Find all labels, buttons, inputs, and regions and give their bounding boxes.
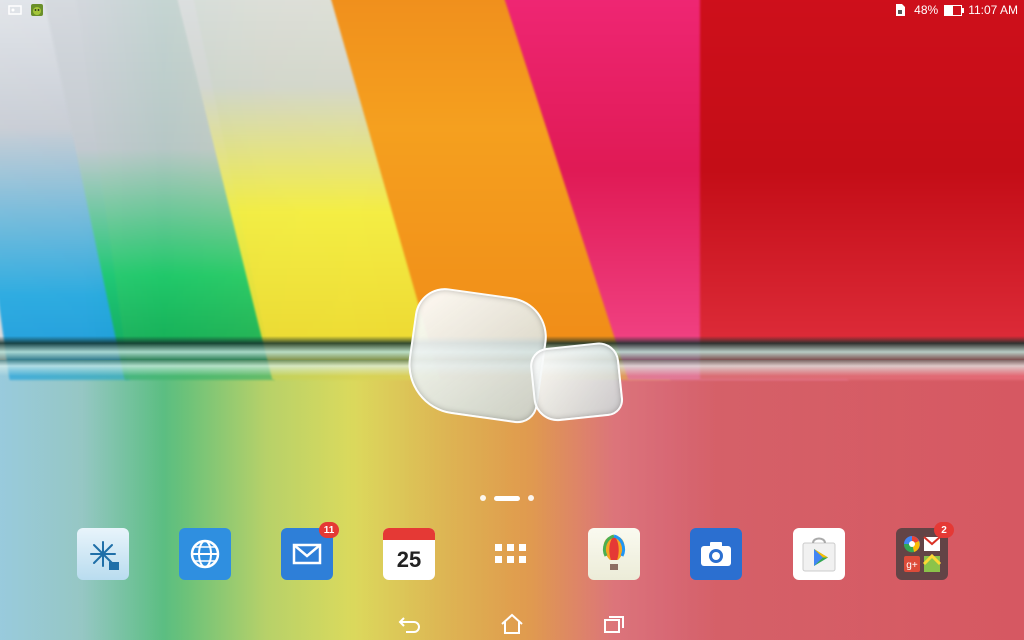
photo-icon — [8, 3, 22, 17]
calendar-date: 25 — [396, 547, 422, 572]
play-store-app-icon[interactable] — [793, 528, 845, 580]
battery-fill — [945, 5, 953, 15]
sim-card-icon — [894, 3, 908, 17]
camera-app-icon[interactable] — [690, 528, 742, 580]
recents-icon — [604, 616, 624, 633]
wallpaper-tube-red — [700, 0, 1024, 380]
svg-text:g+: g+ — [906, 560, 918, 571]
browser-app-icon[interactable] — [179, 528, 231, 580]
back-icon — [398, 617, 420, 633]
app-dock: 11 25 g+ 2 — [0, 522, 1024, 582]
page-dot-3[interactable] — [528, 495, 534, 501]
page-indicator — [480, 495, 534, 501]
recents-button[interactable] — [600, 610, 628, 638]
status-bar-notifications — [8, 3, 44, 17]
status-bar-system: 48% 11:07 AM — [894, 3, 1018, 17]
calendar-app-icon[interactable]: 25 — [383, 528, 435, 580]
globe-icon — [190, 539, 220, 569]
android-robot-icon — [30, 3, 44, 17]
ice-cube-small — [528, 340, 625, 424]
navigation-bar — [0, 606, 1024, 640]
page-dot-current[interactable] — [494, 495, 520, 501]
folder-badge: 2 — [934, 522, 954, 538]
apps-grid-icon — [495, 544, 526, 563]
folder-icon: g+ — [903, 536, 942, 572]
snowflake-app-icon[interactable] — [77, 528, 129, 580]
google-folder-icon[interactable]: g+ 2 — [896, 522, 954, 580]
battery-percent: 48% — [914, 3, 939, 17]
back-button[interactable] — [396, 610, 424, 638]
status-bar: 48% 11:07 AM — [0, 0, 1024, 20]
snowflake-icon — [90, 541, 119, 570]
calendar-header — [383, 528, 435, 540]
balloon-icon — [602, 534, 626, 570]
themes-app-icon[interactable] — [588, 528, 640, 580]
home-button[interactable] — [498, 610, 526, 638]
camera-icon — [701, 542, 731, 566]
home-icon — [501, 613, 523, 634]
email-app-icon[interactable]: 11 — [281, 522, 339, 580]
play-store-icon — [802, 537, 836, 572]
battery-icon — [944, 4, 965, 16]
email-unread-badge: 11 — [319, 522, 339, 538]
all-apps-button[interactable] — [485, 528, 537, 580]
page-dot-1[interactable] — [480, 495, 486, 501]
clock: 11:07 AM — [968, 3, 1018, 17]
envelope-icon — [292, 543, 322, 565]
